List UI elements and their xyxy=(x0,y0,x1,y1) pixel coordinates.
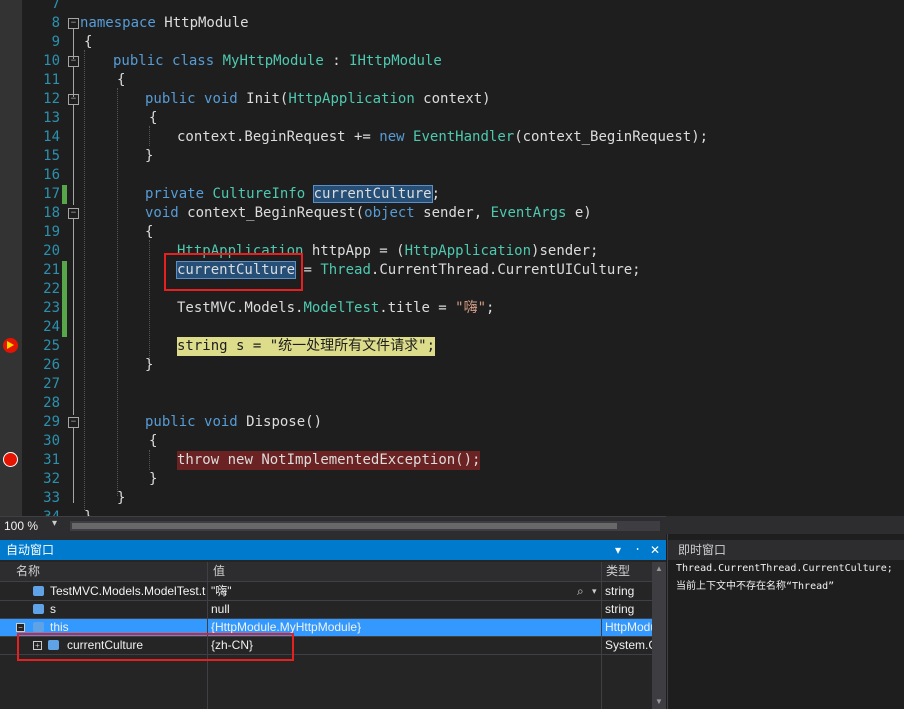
change-marker xyxy=(62,280,67,299)
line-number: 13 xyxy=(43,110,60,126)
line-number: 26 xyxy=(43,357,60,373)
line-number: 18 xyxy=(43,205,60,221)
pin-icon[interactable]: ᛫ xyxy=(634,540,641,560)
code-line-13[interactable]: { xyxy=(149,109,157,128)
scrollbar-thumb[interactable] xyxy=(72,523,617,529)
breakpoint-margin[interactable] xyxy=(0,0,22,516)
code-line-25-current-statement[interactable]: string s = "统一处理所有文件请求"; xyxy=(177,337,436,356)
line-number: 10 xyxy=(43,53,60,69)
change-marker xyxy=(62,185,67,204)
column-type-header[interactable]: 类型 xyxy=(606,562,630,581)
line-number: 30 xyxy=(43,433,60,449)
code-line-11[interactable]: { xyxy=(117,71,125,90)
annotation-highlight-box xyxy=(164,253,303,291)
line-number: 33 xyxy=(43,490,60,506)
object-icon xyxy=(33,622,44,632)
column-value-header[interactable]: 值 xyxy=(213,562,225,581)
line-number: 12 xyxy=(43,91,60,107)
autos-title-bar[interactable]: 自动窗口 ▾ ᛫ ✕ xyxy=(0,540,666,560)
autos-window: 自动窗口 ▾ ᛫ ✕ 名称 值 类型 TestMVC.Models.ModelT… xyxy=(0,540,666,709)
autos-column-header: 名称 值 类型 xyxy=(0,562,652,582)
line-number: 21 xyxy=(43,262,60,278)
code-line-12[interactable]: public void Init(HttpApplication context… xyxy=(145,90,491,109)
code-line-8[interactable]: namespace HttpModule xyxy=(80,14,249,33)
line-number: 11 xyxy=(43,72,60,88)
zoom-level[interactable]: 100 % xyxy=(4,519,38,533)
change-marker xyxy=(62,299,67,318)
code-line-18[interactable]: void context_BeginRequest(object sender,… xyxy=(145,204,592,223)
line-number: 20 xyxy=(43,243,60,259)
annotation-highlight-box xyxy=(17,633,294,661)
fold-collapse-icon[interactable]: − xyxy=(68,417,79,428)
breakpoint-icon[interactable] xyxy=(3,452,18,467)
code-line-29[interactable]: public void Dispose() xyxy=(145,413,322,432)
vertical-scrollbar[interactable]: ▲ ▼ xyxy=(652,562,666,709)
code-line-32[interactable]: } xyxy=(149,470,157,489)
line-number: 27 xyxy=(43,376,60,392)
zoom-dropdown-icon[interactable]: ▾ xyxy=(52,518,57,529)
line-number: 25 xyxy=(43,338,60,354)
line-number: 34 xyxy=(30,508,60,516)
fold-collapse-icon[interactable]: − xyxy=(68,18,79,29)
line-number: 8 xyxy=(51,15,60,31)
line-number: 24 xyxy=(43,319,60,335)
code-line-15[interactable]: } xyxy=(145,147,153,166)
table-row[interactable]: TestMVC.Models.ModelTest.title "嗨" ⌕ ▾ s… xyxy=(0,583,652,601)
scroll-down-icon[interactable]: ▼ xyxy=(655,697,663,706)
editor-status-bar: 100 % ▾ xyxy=(0,516,666,535)
immediate-title-bar[interactable]: 即时窗口 xyxy=(668,540,904,560)
change-marker xyxy=(62,318,67,337)
collapse-icon[interactable]: − xyxy=(16,623,25,632)
current-statement-breakpoint-icon[interactable] xyxy=(3,338,18,353)
line-number: 32 xyxy=(43,471,60,487)
local-variable-icon xyxy=(33,604,44,614)
fold-collapse-icon[interactable]: − xyxy=(68,208,79,219)
immediate-output-line[interactable]: Thread.CurrentThread.CurrentCulture; xyxy=(676,563,893,574)
line-number: 28 xyxy=(43,395,60,411)
horizontal-scrollbar[interactable] xyxy=(70,521,660,531)
line-number: 15 xyxy=(43,148,60,164)
code-line-14[interactable]: context.BeginRequest += new EventHandler… xyxy=(177,128,708,147)
close-icon[interactable]: ✕ xyxy=(650,540,660,560)
code-line-23[interactable]: TestMVC.Models.ModelTest.title = "嗨"; xyxy=(177,299,494,318)
line-number: 31 xyxy=(43,452,60,468)
code-line-10[interactable]: public class MyHttpModule : IHttpModule xyxy=(113,52,442,71)
change-marker xyxy=(62,261,67,280)
line-number: 19 xyxy=(43,224,60,240)
code-line-31-breakpoint[interactable]: throw new NotImplementedException(); xyxy=(177,451,481,470)
code-line-9[interactable]: { xyxy=(84,33,92,52)
window-position-dropdown-icon[interactable]: ▾ xyxy=(615,540,621,560)
immediate-title: 即时窗口 xyxy=(678,543,727,557)
code-line-34[interactable]: } xyxy=(84,508,92,516)
fold-collapse-icon[interactable]: − xyxy=(68,94,79,105)
autos-title: 自动窗口 xyxy=(6,543,55,557)
property-icon xyxy=(33,586,44,596)
immediate-window[interactable]: 即时窗口 Thread.CurrentThread.CurrentCulture… xyxy=(667,534,904,709)
table-row[interactable]: s null string xyxy=(0,601,652,619)
code-line-33[interactable]: } xyxy=(117,489,125,508)
code-line-30[interactable]: { xyxy=(149,432,157,451)
line-number: 9 xyxy=(51,34,60,50)
column-name-header[interactable]: 名称 xyxy=(16,562,40,581)
immediate-output-line[interactable]: 当前上下文中不存在名称“Thread” xyxy=(676,577,834,592)
search-icon[interactable]: ⌕ xyxy=(577,583,584,600)
line-number: 23 xyxy=(43,300,60,316)
line-number: 29 xyxy=(43,414,60,430)
chevron-down-icon[interactable]: ▾ xyxy=(592,583,597,600)
code-line-17[interactable]: private CultureInfo currentCulture; xyxy=(145,185,440,204)
code-editor[interactable]: 7 8 9 10 11 12 13 14 15 16 17 18 19 20 21 22 23 24 25 26 27 2… xyxy=(0,0,904,516)
code-line-26[interactable]: } xyxy=(145,356,153,375)
line-number: 14 xyxy=(43,129,60,145)
scroll-up-icon[interactable]: ▲ xyxy=(655,564,663,573)
code-line-19[interactable]: { xyxy=(145,223,153,242)
line-number: 17 xyxy=(43,186,60,202)
line-number: 16 xyxy=(43,167,60,183)
line-number: 7 xyxy=(51,0,60,12)
line-number: 22 xyxy=(43,281,60,297)
fold-collapse-icon[interactable]: − xyxy=(68,56,79,67)
